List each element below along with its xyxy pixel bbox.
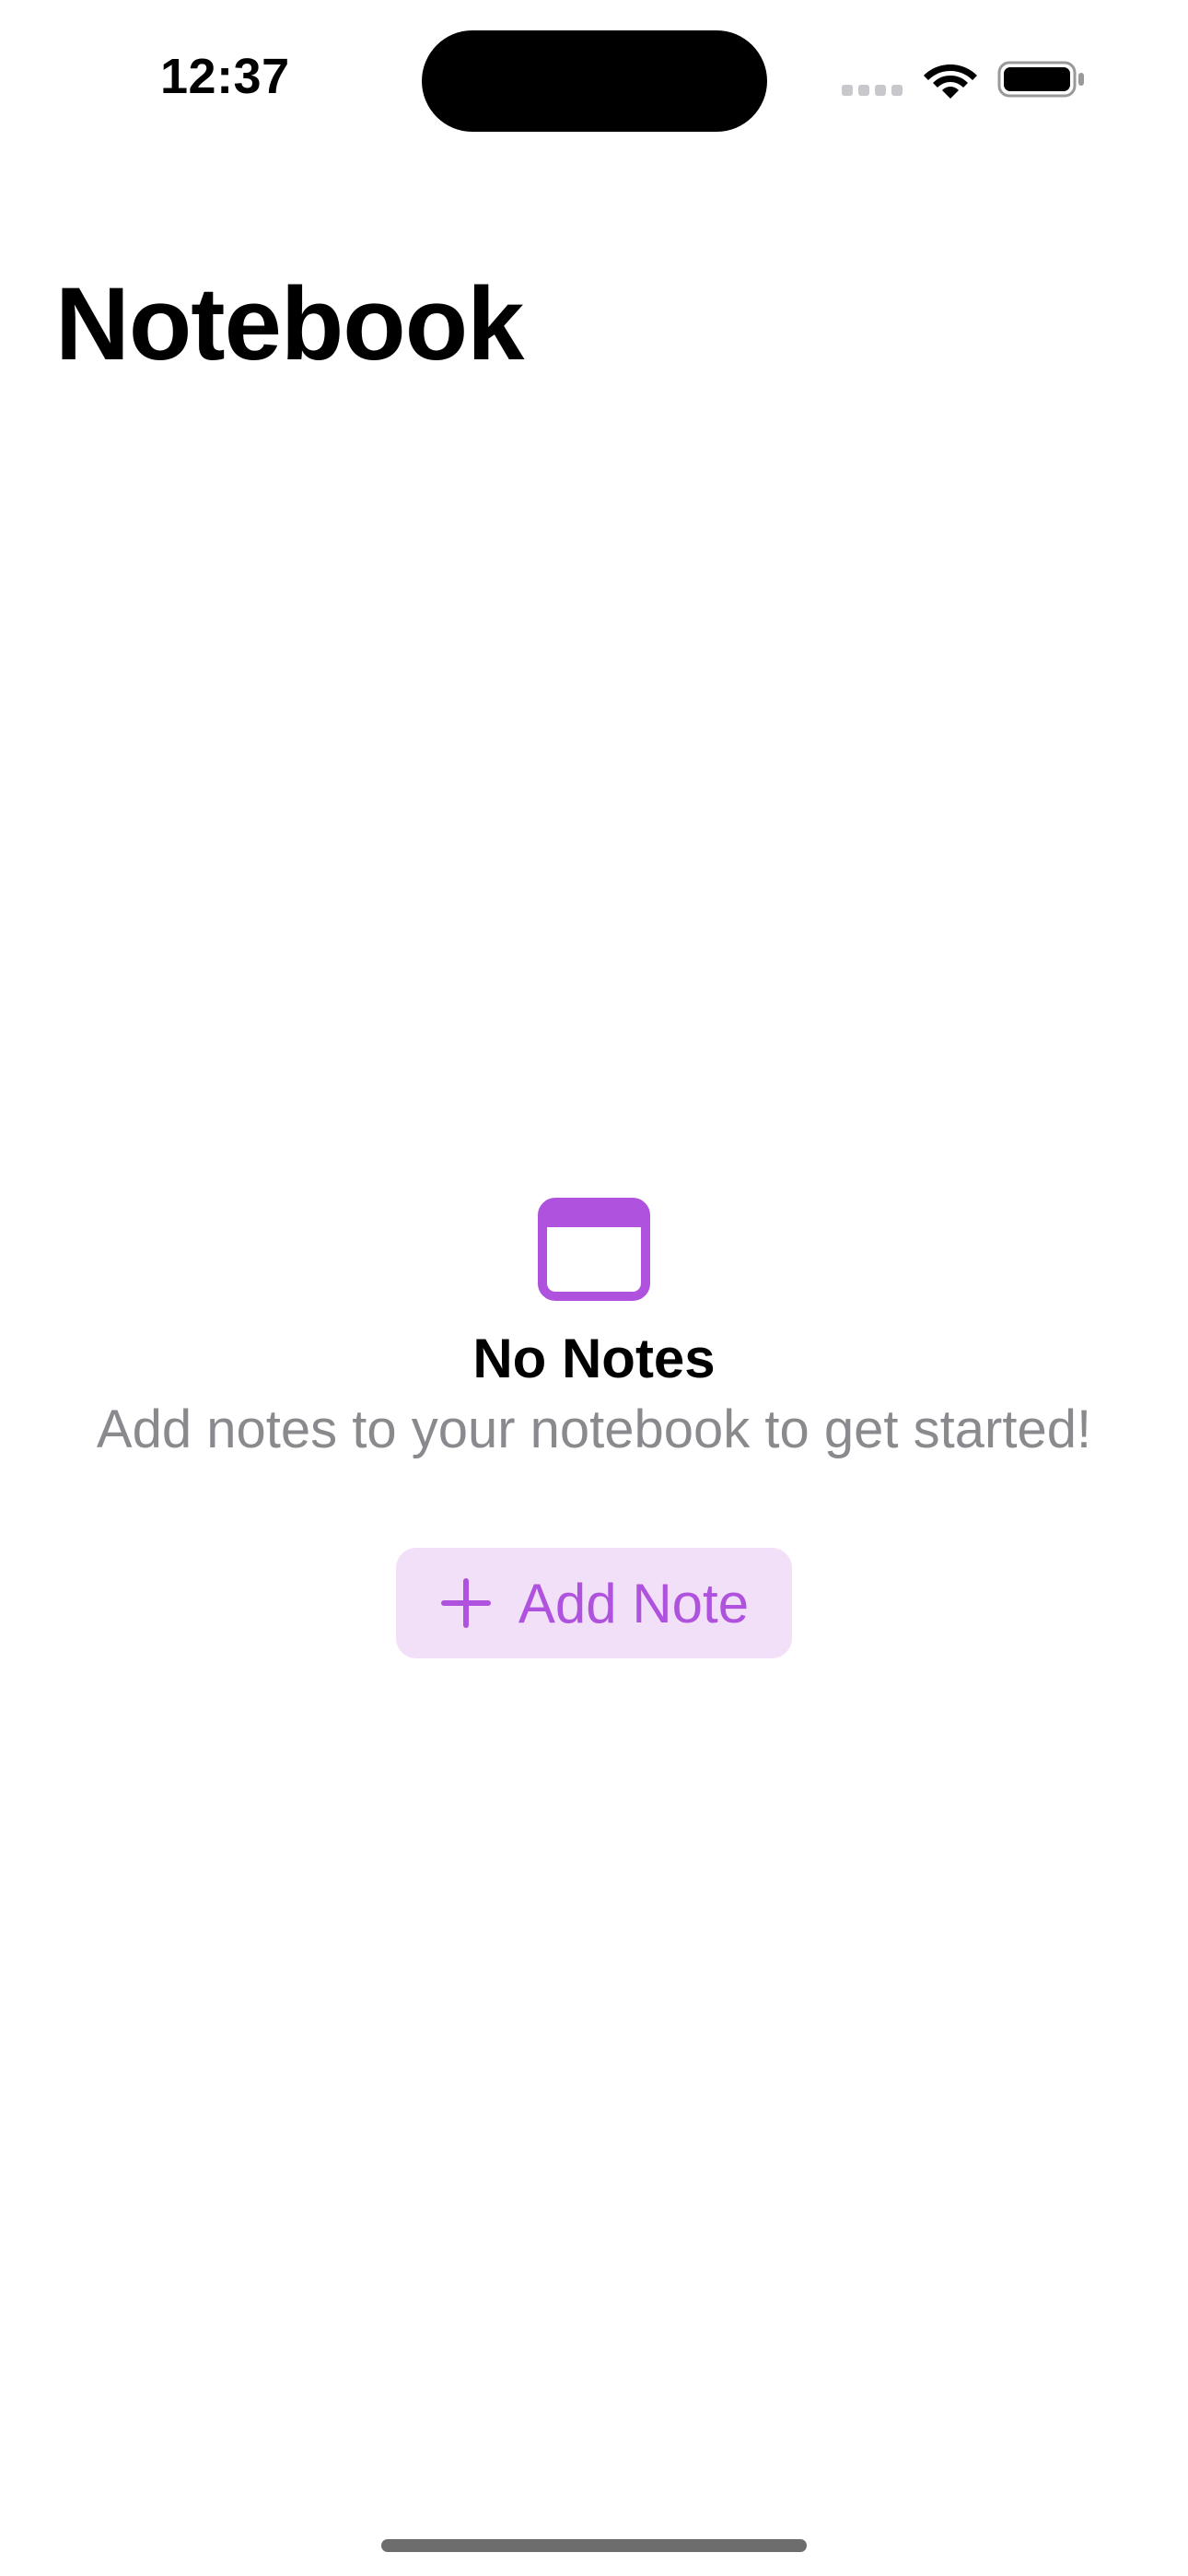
page-title: Notebook	[55, 266, 524, 381]
battery-icon	[997, 61, 1084, 98]
screen: 12:37 Notebook No Notes Add notes to you…	[0, 0, 1188, 2576]
status-time: 12:37	[160, 49, 290, 104]
empty-state-title: No Notes	[472, 1328, 716, 1389]
notes-window-icon	[538, 1198, 650, 1301]
empty-state-subtitle: Add notes to your notebook to get starte…	[96, 1399, 1092, 1459]
cellular-signal-icon	[842, 85, 903, 96]
plus-icon	[440, 1578, 491, 1628]
add-note-label: Add Note	[518, 1572, 750, 1634]
empty-state: No Notes Add notes to your notebook to g…	[0, 1198, 1188, 1459]
dynamic-island	[422, 30, 767, 132]
home-indicator[interactable]	[381, 2539, 807, 2552]
add-note-button[interactable]: Add Note	[396, 1548, 792, 1658]
wifi-icon	[924, 64, 977, 99]
